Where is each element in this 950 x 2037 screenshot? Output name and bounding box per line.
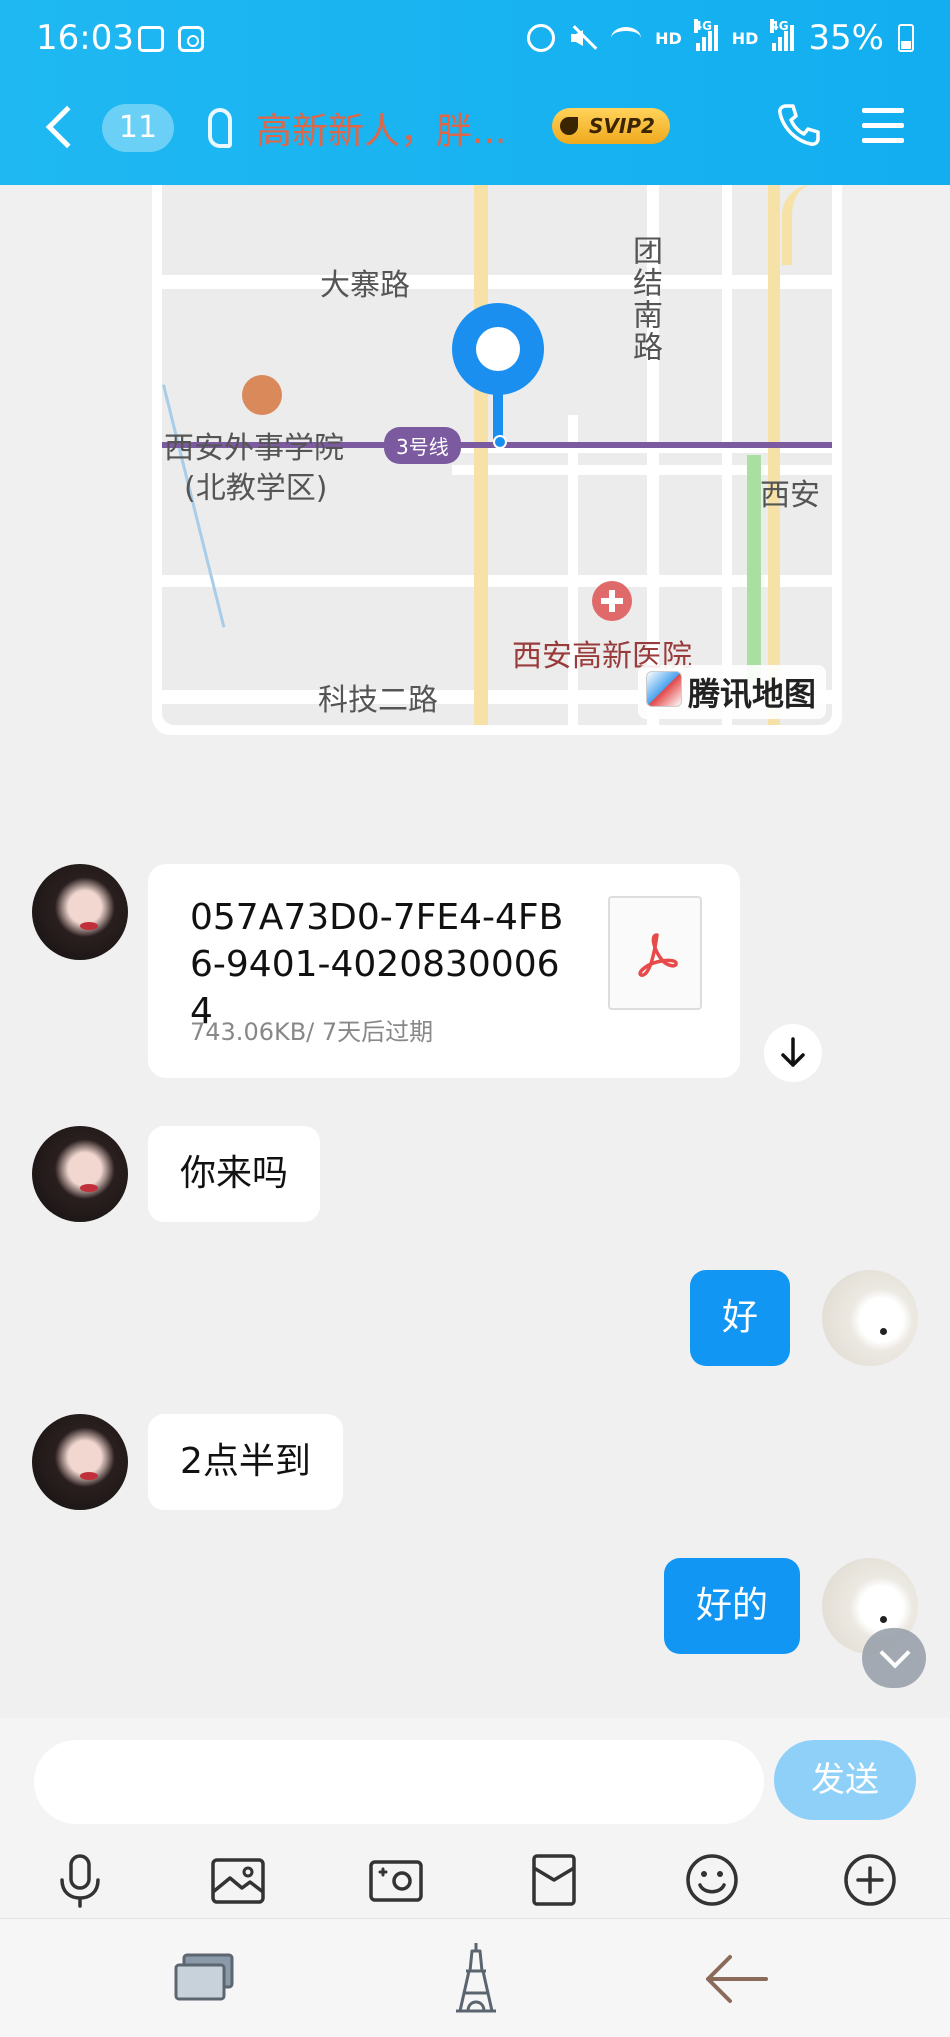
map-road-major	[768, 185, 780, 725]
location-pin-icon	[452, 303, 544, 395]
wifi-icon	[611, 27, 642, 49]
outgoing-message-bubble[interactable]: 好的	[664, 1558, 801, 1654]
mute-icon	[569, 24, 597, 52]
composer-bar: 发送	[0, 1718, 950, 1918]
incoming-message-bubble[interactable]: 2点半到	[148, 1414, 343, 1510]
message-input[interactable]	[34, 1740, 764, 1824]
incoming-message-bubble[interactable]: 你来吗	[148, 1126, 321, 1222]
back-nav-icon[interactable]	[696, 1941, 776, 2017]
chat-header: 16:03 HD 4G HD 4G 35% 11 高新新人，胖... SVIP2	[0, 0, 950, 185]
map-label-school: 西安外事学院	[164, 431, 344, 466]
gallery-icon	[138, 26, 164, 52]
clock-app-icon	[178, 26, 204, 52]
hospital-poi-icon	[592, 581, 632, 621]
contact-avatar[interactable]	[32, 864, 128, 960]
system-nav-bar	[0, 1918, 950, 2037]
hd-label-right: HD	[731, 28, 759, 48]
outgoing-message-bubble[interactable]: 好	[690, 1270, 791, 1366]
status-bar: 16:03 HD 4G HD 4G 35%	[0, 0, 950, 80]
gen-label-right: 4G	[770, 19, 789, 33]
map-greenbelt	[747, 455, 761, 685]
my-avatar[interactable]	[822, 1270, 918, 1366]
status-time: 16:03	[36, 18, 134, 58]
plus-icon[interactable]	[840, 1850, 900, 1910]
gen-label-left: 4G	[693, 19, 712, 33]
home-tower-icon[interactable]	[436, 1941, 516, 2017]
signal-icon-left: 4G	[693, 19, 718, 51]
signal-icon-right: 4G	[770, 19, 795, 51]
pdf-icon	[608, 896, 702, 1010]
contact-avatar[interactable]	[32, 1126, 128, 1222]
voice-icon[interactable]	[50, 1850, 110, 1910]
emoji-icon[interactable]	[682, 1850, 742, 1910]
svip-badge[interactable]: SVIP2	[552, 108, 670, 144]
send-button[interactable]: 发送	[774, 1740, 916, 1820]
map-road	[722, 185, 732, 725]
battery-icon	[898, 24, 914, 52]
map-label-school-campus: (北教学区)	[184, 471, 328, 506]
map-label-keji-2nd-road: 科技二路	[318, 683, 438, 718]
download-arrow-icon	[781, 1037, 805, 1067]
map-road-major	[474, 185, 488, 725]
location-pin-point	[493, 435, 507, 449]
file-meta: 743.06KB/ 7天后过期	[190, 1018, 434, 1046]
download-button[interactable]	[764, 1024, 822, 1082]
map-road	[568, 415, 578, 725]
scroll-to-bottom-button[interactable]	[862, 1628, 926, 1688]
phone-call-icon[interactable]	[776, 102, 822, 148]
map-road-curve	[782, 185, 832, 265]
map-label-tuanjie-south-road: 团结南路	[627, 235, 662, 363]
tencent-maps-logo: 腾讯地图	[637, 665, 826, 719]
image-icon[interactable]	[208, 1850, 268, 1910]
map-label-dazhai-road: 大寨路	[320, 268, 410, 303]
contact-avatar[interactable]	[32, 1414, 128, 1510]
menu-icon[interactable]	[862, 108, 904, 144]
status-right: HD 4G HD 4G 35%	[527, 18, 914, 58]
map-view[interactable]: 大寨路 团结南路 西安外事学院 (北教学区) 3号线 西安 西安高新医院 科技二…	[162, 185, 832, 725]
earpiece-mode-icon[interactable]	[208, 108, 232, 148]
battery-percent: 35%	[808, 18, 884, 58]
recent-apps-icon[interactable]	[166, 1941, 246, 2017]
camera-icon[interactable]	[366, 1850, 426, 1910]
back-icon[interactable]	[45, 105, 89, 149]
chat-nav-bar: 11 高新新人，胖... SVIP2	[0, 80, 950, 185]
map-label-xian: 西安	[760, 478, 820, 513]
file-message-card[interactable]: 057A73D0-7FE4-4FB6-9401-40208300064 743.…	[148, 864, 740, 1078]
metro-line-tag: 3号线	[384, 427, 461, 464]
hd-label-left: HD	[655, 28, 682, 48]
unread-count-badge[interactable]: 11	[102, 104, 174, 152]
location-map-card[interactable]: 大寨路 团结南路 西安外事学院 (北教学区) 3号线 西安 西安高新医院 科技二…	[152, 185, 842, 735]
chat-title[interactable]: 高新新人，胖...	[256, 102, 506, 154]
composer-toolbar	[0, 1840, 950, 1920]
red-packet-icon[interactable]	[524, 1850, 584, 1910]
school-poi-icon	[242, 375, 282, 415]
alarm-icon	[527, 24, 556, 52]
